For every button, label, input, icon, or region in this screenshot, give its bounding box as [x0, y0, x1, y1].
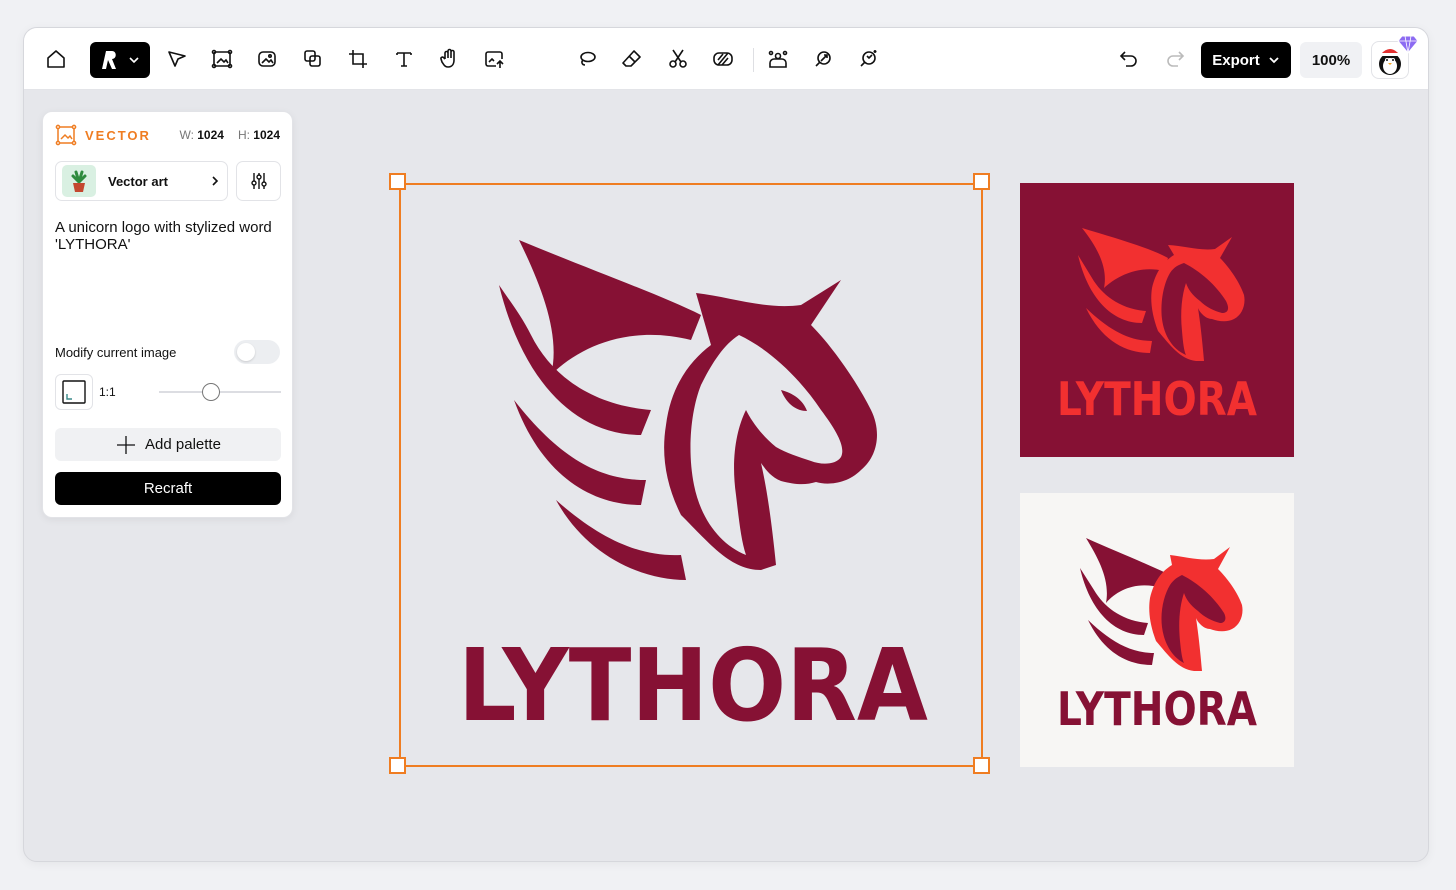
chevron-right-icon [212, 176, 219, 186]
top-toolbar: Export 100% [24, 28, 1428, 90]
aspect-ratio-icon [62, 380, 86, 404]
logo-wordmark: LYTHORA [458, 627, 928, 744]
export-label: Export [1212, 51, 1260, 69]
hand-icon[interactable] [432, 42, 466, 76]
vector-mode-icon [55, 124, 77, 146]
modify-toggle[interactable] [234, 340, 280, 364]
zoom-level[interactable]: 100% [1300, 42, 1362, 78]
undo-icon[interactable] [1112, 42, 1146, 76]
aspect-label: 1:1 [99, 385, 116, 399]
aspect-row: 1:1 [55, 374, 281, 410]
select-arrow-icon[interactable] [160, 42, 194, 76]
generation-panel: VECTOR W: 1024 H: 1024 Vector art A unic… [42, 111, 293, 518]
image-icon[interactable] [250, 42, 284, 76]
style-selector[interactable]: Vector art [55, 161, 228, 201]
remove-bg-icon[interactable] [706, 42, 740, 76]
height-label: H: [237, 128, 250, 142]
chevron-down-icon [1269, 57, 1279, 64]
slider-thumb[interactable] [202, 383, 220, 401]
add-palette-label: Add palette [145, 436, 221, 453]
layers-icon[interactable] [296, 42, 330, 76]
style-thumbnail [62, 165, 96, 197]
plant-icon [71, 170, 87, 192]
app-window: Export 100% VECTOR W: 1024 H: 1024 Vecto… [23, 27, 1429, 862]
home-icon[interactable] [39, 42, 73, 76]
width-label: W: [179, 128, 194, 142]
group-icon[interactable] [761, 42, 795, 76]
model-selector-button[interactable] [90, 42, 150, 78]
modify-label: Modify current image [55, 344, 177, 360]
variation-thumbnail-2[interactable]: LYTHORA [1020, 493, 1294, 767]
scissors-icon[interactable] [661, 42, 695, 76]
resize-handle-bottom-right[interactable] [973, 757, 990, 774]
add-palette-button[interactable]: Add palette [55, 428, 281, 461]
redo-icon[interactable] [1158, 42, 1192, 76]
main-logo-artwork[interactable]: LYTHORA [401, 185, 985, 769]
sliders-icon [250, 173, 267, 189]
recraft-logo-icon [102, 51, 116, 69]
variation-1-wordmark: LYTHORA [1057, 372, 1257, 426]
eraser-icon[interactable] [615, 42, 649, 76]
variation-2-wordmark: LYTHORA [1057, 682, 1257, 736]
plus-icon [117, 435, 136, 454]
dimensions: W: 1024 H: 1024 [179, 128, 280, 142]
variation-thumbnail-1[interactable]: LYTHORA [1020, 183, 1294, 457]
lasso-icon[interactable] [570, 42, 604, 76]
magic-icon[interactable] [851, 42, 885, 76]
text-icon[interactable] [387, 42, 421, 76]
aspect-ratio-button[interactable] [55, 374, 93, 410]
gem-icon [1397, 35, 1419, 54]
upload-image-icon[interactable] [477, 42, 511, 76]
size-slider[interactable] [159, 383, 281, 401]
resize-handle-bottom-left[interactable] [389, 757, 406, 774]
resize-handle-top-right[interactable] [973, 173, 990, 190]
height-value: 1024 [253, 128, 280, 142]
width-value: 1024 [197, 128, 224, 142]
resize-handle-top-left[interactable] [389, 173, 406, 190]
chevron-down-icon [129, 57, 139, 64]
style-settings-button[interactable] [236, 161, 281, 201]
recraft-button[interactable]: Recraft [55, 472, 281, 505]
panel-header: VECTOR W: 1024 H: 1024 [55, 124, 280, 146]
export-button[interactable]: Export [1201, 42, 1291, 78]
toggle-knob [237, 343, 255, 361]
crop-icon[interactable] [341, 42, 375, 76]
style-name: Vector art [108, 173, 168, 189]
modify-row: Modify current image [55, 340, 280, 364]
toolbar-divider [753, 48, 754, 72]
mode-label: VECTOR [85, 127, 151, 143]
prompt-input[interactable]: A unicorn logo with stylized word 'LYTHO… [55, 219, 281, 329]
vectorize-icon[interactable] [806, 42, 840, 76]
frame-image-icon[interactable] [205, 42, 239, 76]
